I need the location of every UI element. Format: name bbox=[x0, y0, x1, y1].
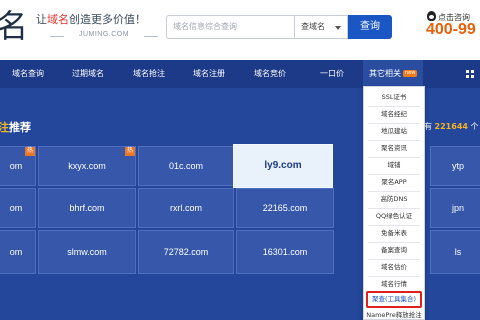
hot-tag: 热 bbox=[24, 147, 35, 156]
nav-item-domain-register[interactable]: 域名注册 bbox=[193, 60, 225, 88]
nav-item-domain-lookup[interactable]: 域名查询 bbox=[12, 60, 44, 88]
other-services-dropdown: SSL证书 域名经纪 地瓜建站 聚名资讯 域铺 聚名APP 高防DNS QQ绿色… bbox=[363, 86, 425, 320]
qq-icon bbox=[427, 11, 436, 21]
search-button[interactable]: 查询 bbox=[348, 15, 392, 39]
search-input[interactable]: 域名信息综合查询 bbox=[166, 15, 294, 39]
dropdown-item-broker[interactable]: 域名经纪 bbox=[364, 106, 424, 123]
domain-card[interactable]: om bbox=[0, 188, 36, 228]
dropdown-item-namepre[interactable]: NamePre释放抢注 bbox=[364, 307, 424, 320]
dropdown-item-qq-verify[interactable]: QQ绿色认证 bbox=[364, 208, 424, 225]
search-type-value: 查域名 bbox=[301, 22, 325, 31]
domain-card[interactable]: bhrf.com bbox=[38, 188, 136, 228]
new-badge: new bbox=[403, 70, 418, 77]
nav-item-domain-backorder[interactable]: 域名抢注 bbox=[133, 60, 165, 88]
total-count: 有 221644 个 bbox=[424, 122, 479, 131]
dropdown-item-site-builder[interactable]: 地瓜建站 bbox=[364, 123, 424, 140]
logo[interactable]: 名 bbox=[0, 8, 28, 44]
nav-item-other-label: 其它相关 bbox=[369, 69, 401, 78]
dropdown-item-icp-lookup[interactable]: 备案查询 bbox=[364, 242, 424, 259]
chevron-down-icon bbox=[335, 26, 341, 30]
domain-card[interactable]: 22165.com bbox=[236, 188, 334, 228]
nav-item-expired-domains[interactable]: 过期域名 bbox=[72, 60, 104, 88]
domain-card[interactable]: rxrl.com bbox=[138, 188, 234, 228]
domain-card[interactable]: 01c.com bbox=[138, 146, 234, 186]
domain-card[interactable]: om 热 bbox=[0, 146, 36, 186]
section-title: 注推荐 bbox=[0, 121, 31, 134]
hotline-phone: 400-99 bbox=[426, 21, 476, 38]
search-type-select[interactable]: 查域名 bbox=[294, 15, 348, 39]
domain-card[interactable]: ytp bbox=[430, 146, 480, 186]
domain-card[interactable]: slmw.com bbox=[38, 230, 136, 274]
hot-tag: 热 bbox=[124, 147, 135, 156]
domain-card[interactable]: kxyx.com 热 bbox=[38, 146, 136, 186]
dropdown-item-mibiao[interactable]: 免备米表 bbox=[364, 225, 424, 242]
domain-card[interactable]: ls bbox=[430, 230, 480, 274]
domain-card[interactable]: om bbox=[0, 230, 36, 274]
site-header: 名 让域名创造更多价值！ JUMING.COM 域名信息综合查询 查域名 查询 … bbox=[0, 0, 480, 60]
dropdown-item-app[interactable]: 聚名APP bbox=[364, 174, 424, 191]
nav-item-other[interactable]: 其它相关 new bbox=[363, 60, 424, 88]
logo-domain: JUMING.COM bbox=[50, 31, 158, 41]
nav-item-domain-auction[interactable]: 域名竞价 bbox=[254, 60, 286, 88]
dropdown-item-ssl[interactable]: SSL证书 bbox=[364, 89, 424, 106]
dropdown-item-tools[interactable]: 聚查(工具集合) bbox=[366, 291, 422, 308]
dropdown-item-news[interactable]: 聚名资讯 bbox=[364, 140, 424, 157]
grid-menu-icon[interactable] bbox=[466, 70, 474, 78]
dropdown-item-valuation[interactable]: 域名估价 bbox=[364, 259, 424, 276]
dropdown-item-dns[interactable]: 高防DNS bbox=[364, 191, 424, 208]
domain-card[interactable]: jpn bbox=[430, 188, 480, 228]
dropdown-item-shop[interactable]: 域铺 bbox=[364, 157, 424, 174]
domain-card[interactable]: 72782.com bbox=[138, 230, 234, 274]
main-nav: 域名查询 过期域名 域名抢注 域名注册 域名竞价 一口价 其它相关 new bbox=[0, 60, 480, 88]
slogan: 让域名创造更多价值！ bbox=[36, 13, 146, 26]
domain-card-highlighted[interactable]: ly9.com bbox=[233, 144, 333, 188]
nav-item-fixed-price[interactable]: 一口价 bbox=[320, 60, 344, 88]
domain-card[interactable]: 16301.com bbox=[236, 230, 334, 274]
